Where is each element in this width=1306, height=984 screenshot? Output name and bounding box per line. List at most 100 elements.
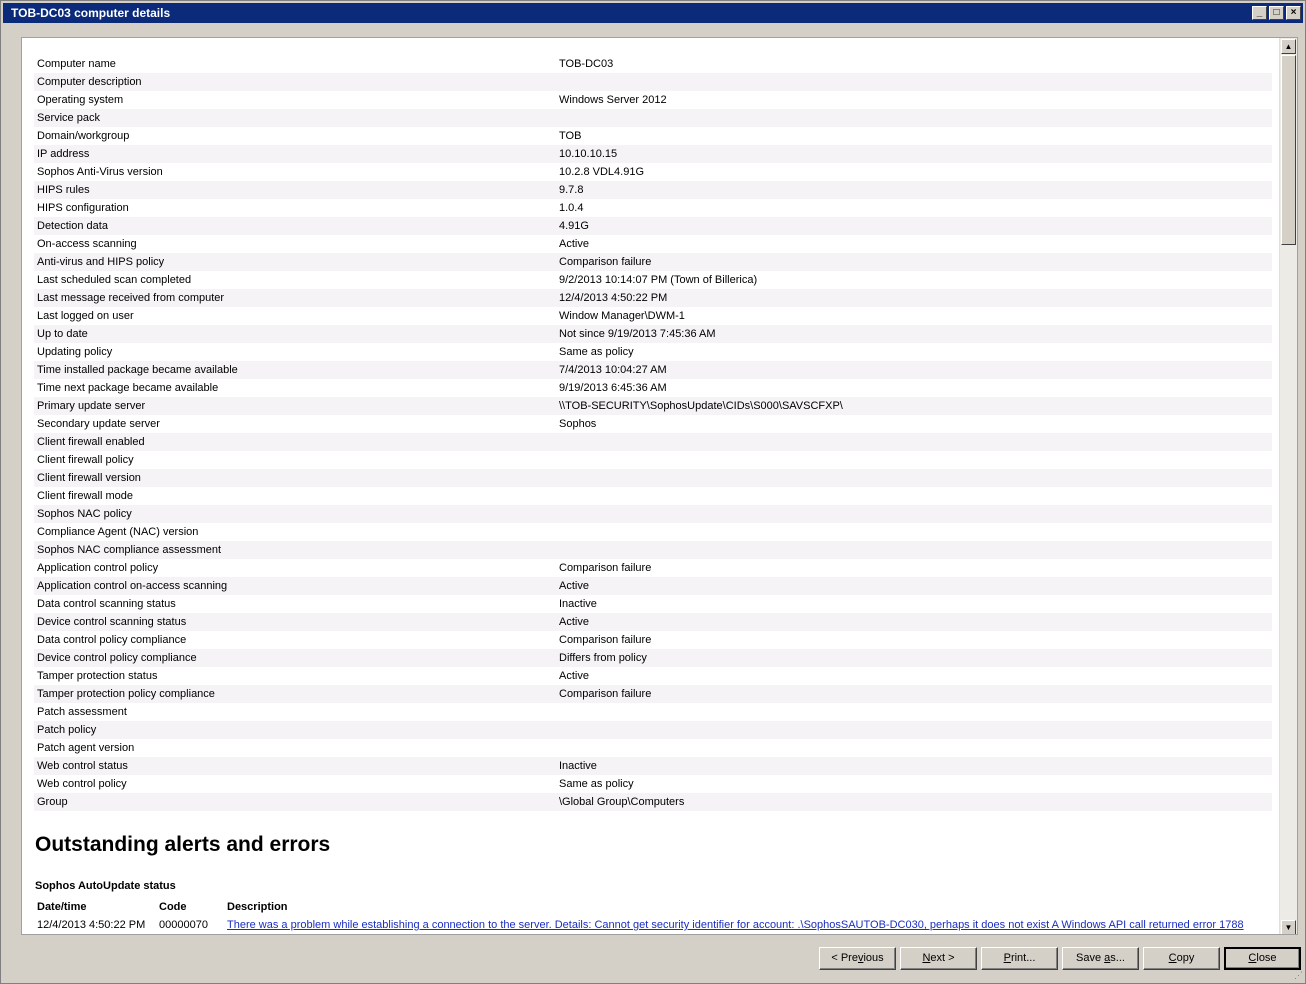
vertical-scrollbar[interactable]: ▲ ▼ xyxy=(1279,38,1297,934)
details-content: Computer name TOB-DC03 Computer descriptio… xyxy=(22,38,1279,934)
detail-label: Service pack xyxy=(37,112,100,124)
detail-row: Up to date Not since 9/19/2013 7:45:36 AM xyxy=(34,325,1272,343)
detail-value: TOB-DC03 xyxy=(559,58,614,70)
detail-value: Active xyxy=(559,670,589,682)
detail-row: Tamper protection policy compliance Compa… xyxy=(34,685,1272,703)
detail-label: Computer description xyxy=(37,76,142,88)
button-bar: < Previous Next > Print... Save as... Co… xyxy=(1,941,1305,981)
detail-label: Application control policy xyxy=(37,562,159,574)
detail-row: Time next package became available 9/19/2… xyxy=(34,379,1272,397)
detail-label: Client firewall mode xyxy=(37,490,133,502)
alerts-header-row: Date/time Code Description xyxy=(35,898,1273,916)
detail-label: IP address xyxy=(37,148,90,160)
detail-row: Domain/workgroup TOB xyxy=(34,127,1272,145)
scroll-down-arrow-icon[interactable]: ▼ xyxy=(1281,920,1296,934)
detail-row: Sophos NAC compliance assessment xyxy=(34,541,1272,559)
detail-value: Not since 9/19/2013 7:45:36 AM xyxy=(559,328,716,340)
detail-row: Patch agent version xyxy=(34,739,1272,757)
detail-value: \Global Group\Computers xyxy=(559,796,685,808)
detail-label: Application control on-access scanning xyxy=(37,580,228,592)
copy-button[interactable]: Copy xyxy=(1143,947,1220,970)
detail-row: Client firewall policy xyxy=(34,451,1272,469)
detail-label: Sophos NAC policy xyxy=(37,508,132,520)
detail-row: Updating policy Same as policy xyxy=(34,343,1272,361)
next-button[interactable]: Next > xyxy=(900,947,977,970)
detail-label: Group xyxy=(37,796,68,808)
close-window-button[interactable]: × xyxy=(1286,6,1301,20)
details-table: Computer name TOB-DC03 Computer descriptio… xyxy=(34,55,1272,811)
detail-label: Device control scanning status xyxy=(37,616,187,628)
detail-label: Last scheduled scan completed xyxy=(37,274,192,286)
detail-row: Data control policy compliance Comparison… xyxy=(34,631,1272,649)
alerts-heading: Outstanding alerts and errors xyxy=(35,833,331,856)
scrollbar-thumb[interactable] xyxy=(1281,55,1296,245)
alert-datetime: 12/4/2013 4:50:22 PM xyxy=(37,919,146,931)
header-description: Description xyxy=(227,901,288,913)
detail-label: Device control policy compliance xyxy=(37,652,197,664)
detail-label: Client firewall policy xyxy=(37,454,134,466)
detail-row: Last message received from computer 12/4/… xyxy=(34,289,1272,307)
detail-label: Web control status xyxy=(37,760,128,772)
detail-row: Compliance Agent (NAC) version xyxy=(34,523,1272,541)
detail-row: Client firewall version xyxy=(34,469,1272,487)
detail-value: Comparison failure xyxy=(559,562,652,574)
detail-value: Window Manager\DWM-1 xyxy=(559,310,685,322)
detail-value: 7/4/2013 10:04:27 AM xyxy=(559,364,667,376)
detail-value: 10.10.10.15 xyxy=(559,148,618,160)
detail-value: Active xyxy=(559,616,589,628)
detail-label: Anti-virus and HIPS policy xyxy=(37,256,165,268)
detail-row: Application control on-access scanning Ac… xyxy=(34,577,1272,595)
window-title: TOB-DC03 computer details xyxy=(11,6,171,20)
detail-label: Updating policy xyxy=(37,346,113,358)
detail-row: Operating system Windows Server 2012 xyxy=(34,91,1272,109)
alerts-table: Date/time Code Description 12/4/2013 4:5… xyxy=(35,898,1273,934)
detail-row: Patch assessment xyxy=(34,703,1272,721)
detail-row: HIPS configuration 1.0.4 xyxy=(34,199,1272,217)
close-button[interactable]: Close xyxy=(1224,947,1301,970)
detail-value: 9/2/2013 10:14:07 PM (Town of Billerica) xyxy=(559,274,758,286)
detail-value: 10.2.8 VDL4.91G xyxy=(559,166,645,178)
detail-row: Tamper protection status Active xyxy=(34,667,1272,685)
detail-label: Sophos NAC compliance assessment xyxy=(37,544,222,556)
resize-grip-icon[interactable]: ⋰ xyxy=(1291,969,1303,981)
detail-label: HIPS configuration xyxy=(37,202,129,214)
detail-label: Patch agent version xyxy=(37,742,135,754)
detail-value: Sophos xyxy=(559,418,597,430)
print-button[interactable]: Print... xyxy=(981,947,1058,970)
scroll-up-arrow-icon[interactable]: ▲ xyxy=(1281,39,1296,54)
detail-row: Device control policy compliance Differs … xyxy=(34,649,1272,667)
save-as-button[interactable]: Save as... xyxy=(1062,947,1139,970)
detail-label: Up to date xyxy=(37,328,88,340)
detail-row: Device control scanning status Active xyxy=(34,613,1272,631)
maximize-button[interactable]: □ xyxy=(1269,6,1284,20)
detail-value: 1.0.4 xyxy=(559,202,584,214)
detail-label: Time next package became available xyxy=(37,382,219,394)
detail-label: Sophos Anti-Virus version xyxy=(37,166,163,178)
detail-label: Time installed package became available xyxy=(37,364,238,376)
detail-row: Web control status Inactive xyxy=(34,757,1272,775)
detail-value: \\TOB-SECURITY\SophosUpdate\CIDs\S000\SA… xyxy=(559,400,843,412)
alert-description-link[interactable]: There was a problem while establishing a… xyxy=(227,919,1273,931)
detail-row: Web control policy Same as policy xyxy=(34,775,1272,793)
detail-row: Last scheduled scan completed 9/2/2013 10… xyxy=(34,271,1272,289)
detail-row: Sophos NAC policy xyxy=(34,505,1272,523)
detail-row: Secondary update server Sophos xyxy=(34,415,1272,433)
detail-label: Tamper protection status xyxy=(37,670,158,682)
detail-value: 4.91G xyxy=(559,220,589,232)
detail-value: Inactive xyxy=(559,760,597,772)
computer-details-window: TOB-DC03 computer details _ □ × Computer… xyxy=(0,0,1306,984)
detail-value: Comparison failure xyxy=(559,688,652,700)
detail-row: Client firewall enabled xyxy=(34,433,1272,451)
detail-label: Primary update server xyxy=(37,400,146,412)
detail-row: IP address 10.10.10.15 xyxy=(34,145,1272,163)
detail-row: Time installed package became available 7… xyxy=(34,361,1272,379)
detail-label: Data control scanning status xyxy=(37,598,176,610)
detail-value: Same as policy xyxy=(559,346,634,358)
title-bar-buttons: _ □ × xyxy=(1252,6,1301,21)
previous-button[interactable]: < Previous xyxy=(819,947,896,970)
detail-value: 9/19/2013 6:45:36 AM xyxy=(559,382,667,394)
minimize-button[interactable]: _ xyxy=(1252,6,1267,20)
title-bar[interactable]: TOB-DC03 computer details _ □ × xyxy=(3,3,1303,23)
detail-value: Comparison failure xyxy=(559,634,652,646)
detail-value: Active xyxy=(559,580,589,592)
